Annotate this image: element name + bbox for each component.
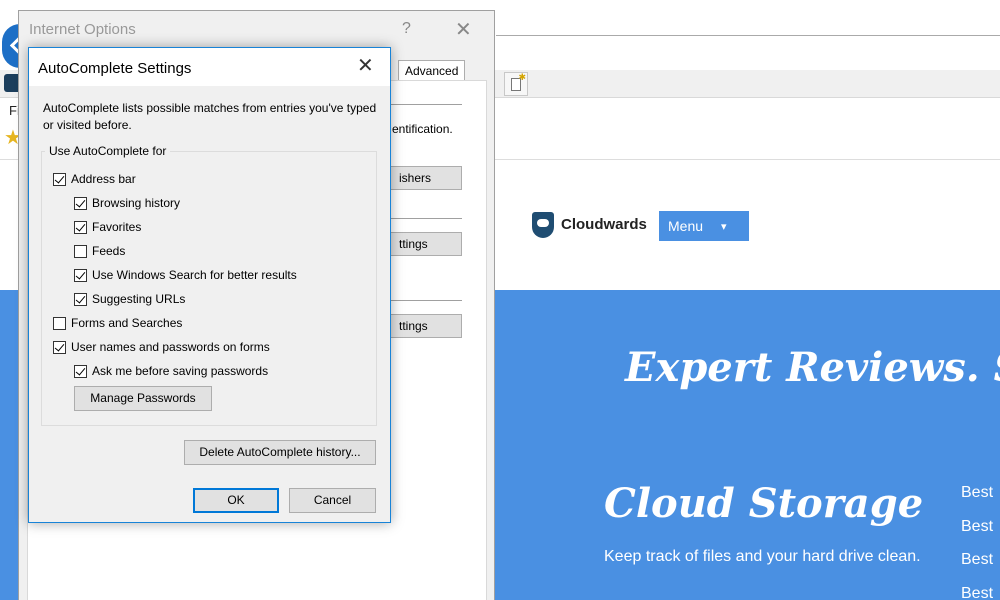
close-icon[interactable]: ✕ <box>455 17 472 42</box>
checkbox-label: Forms and Searches <box>71 316 183 330</box>
tab-advanced[interactable]: Advanced <box>398 60 465 81</box>
manage-passwords-button[interactable]: Manage Passwords <box>74 386 212 411</box>
site-menu-button[interactable]: Menu ▾ <box>659 211 749 241</box>
ok-button[interactable]: OK <box>193 488 279 513</box>
feeds-checkbox[interactable]: Feeds <box>74 244 125 258</box>
best-links-list: Best Best Best Best <box>961 484 993 600</box>
forms-searches-checkbox[interactable]: Forms and Searches <box>53 316 182 330</box>
help-icon[interactable]: ? <box>402 20 411 38</box>
autocomplete-groupbox <box>41 151 377 426</box>
checkbox-icon <box>74 292 87 306</box>
divider <box>388 218 462 219</box>
checkbox-label: Ask me before saving passwords <box>92 364 269 378</box>
usernames-passwords-checkbox[interactable]: User names and passwords on forms <box>53 340 270 354</box>
checkbox-icon <box>74 220 87 234</box>
windows-search-checkbox[interactable]: Use Windows Search for better results <box>74 268 297 282</box>
checkbox-icon <box>74 244 87 258</box>
suggesting-urls-checkbox[interactable]: Suggesting URLs <box>74 292 185 306</box>
checkbox-label: Address bar <box>71 172 136 186</box>
section-title: Cloud Storage <box>604 480 924 527</box>
cancel-button[interactable]: Cancel <box>289 488 376 513</box>
chevron-down-icon: ▾ <box>721 220 727 233</box>
autocomplete-settings-dialog: AutoComplete Settings ✕ AutoComplete lis… <box>28 47 391 523</box>
checkbox-icon <box>53 340 66 354</box>
checkbox-icon <box>53 316 66 330</box>
hero-title: Expert Reviews. Sin <box>625 344 1000 391</box>
checkbox-icon <box>74 268 87 282</box>
browsing-history-checkbox[interactable]: Browsing history <box>74 196 180 210</box>
checkbox-label: Favorites <box>92 220 142 234</box>
address-bar-checkbox[interactable]: Address bar <box>53 172 136 186</box>
best-link[interactable]: Best <box>961 551 993 585</box>
favorites-checkbox[interactable]: Favorites <box>74 220 141 234</box>
address-bar-divider <box>496 35 1000 36</box>
certificate-text: entification. <box>392 122 453 136</box>
checkbox-label: Use Windows Search for better results <box>92 268 297 282</box>
site-brand[interactable]: Cloudwards <box>561 216 647 233</box>
dialog-title: AutoComplete Settings <box>38 60 192 77</box>
checkbox-icon <box>74 196 87 210</box>
best-link[interactable]: Best <box>961 518 993 552</box>
checkbox-icon <box>74 364 87 378</box>
checkbox-label: Feeds <box>92 244 126 258</box>
best-link[interactable]: Best <box>961 585 993 600</box>
close-icon[interactable]: ✕ <box>357 56 374 76</box>
cloudwards-logo-icon[interactable] <box>532 212 554 238</box>
group-label: Use AutoComplete for <box>45 144 171 158</box>
divider <box>388 300 462 301</box>
dialog-description: AutoComplete lists possible matches from… <box>43 101 377 132</box>
delete-history-button[interactable]: Delete AutoComplete history... <box>184 440 376 465</box>
new-tab-icon <box>511 72 526 91</box>
checkbox-label: Suggesting URLs <box>92 292 186 306</box>
new-tab-button[interactable] <box>504 72 528 96</box>
checkbox-label: Browsing history <box>92 196 181 210</box>
ask-before-saving-checkbox[interactable]: Ask me before saving passwords <box>74 364 268 378</box>
dialog-titlebar: AutoComplete Settings ✕ <box>29 48 390 86</box>
best-link[interactable]: Best <box>961 484 993 518</box>
divider <box>388 104 462 105</box>
site-menu-label: Menu <box>668 218 704 234</box>
internet-options-title: Internet Options <box>29 21 136 38</box>
checkbox-icon <box>53 172 66 186</box>
section-description: Keep track of files and your hard drive … <box>604 548 921 565</box>
checkbox-label: User names and passwords on forms <box>71 340 270 354</box>
